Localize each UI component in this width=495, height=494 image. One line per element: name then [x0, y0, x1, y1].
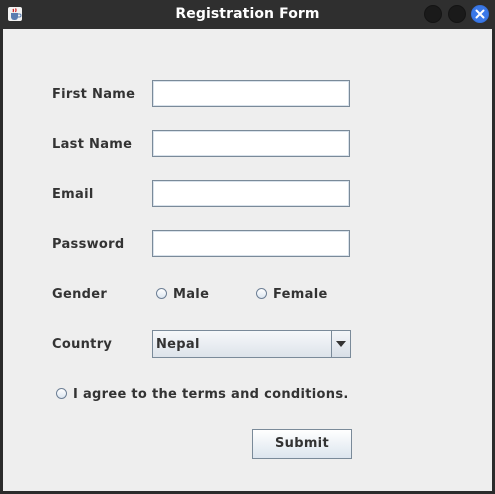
- gender-female-label[interactable]: Female: [273, 287, 328, 302]
- minimize-icon[interactable]: [424, 5, 442, 23]
- country-selected-value: Nepal: [156, 337, 200, 352]
- terms-label[interactable]: I agree to the terms and conditions.: [73, 387, 349, 402]
- gender-male-label[interactable]: Male: [173, 287, 209, 302]
- submit-button[interactable]: Submit: [252, 429, 352, 459]
- country-select[interactable]: Nepal: [152, 330, 351, 358]
- close-icon[interactable]: [471, 5, 489, 23]
- last-name-label: Last Name: [52, 137, 133, 152]
- password-field[interactable]: [152, 230, 350, 257]
- email-label: Email: [52, 187, 94, 202]
- chevron-down-icon[interactable]: [331, 331, 350, 357]
- last-name-field[interactable]: [152, 130, 350, 157]
- form-panel: First Name Last Name Email Password Gend…: [3, 29, 492, 491]
- window-title: Registration Form: [175, 6, 320, 22]
- gender-male-radio[interactable]: [156, 288, 167, 299]
- maximize-icon[interactable]: [448, 5, 466, 23]
- registration-window: Registration Form First Name Last Name E…: [0, 0, 495, 494]
- email-field[interactable]: [152, 180, 350, 207]
- password-label: Password: [52, 237, 125, 252]
- first-name-label: First Name: [52, 87, 136, 102]
- title-bar[interactable]: Registration Form: [0, 0, 495, 29]
- country-label: Country: [52, 337, 113, 352]
- first-name-field[interactable]: [152, 80, 350, 107]
- gender-female-radio[interactable]: [256, 288, 267, 299]
- terms-checkbox[interactable]: [56, 388, 67, 399]
- gender-label: Gender: [52, 287, 108, 302]
